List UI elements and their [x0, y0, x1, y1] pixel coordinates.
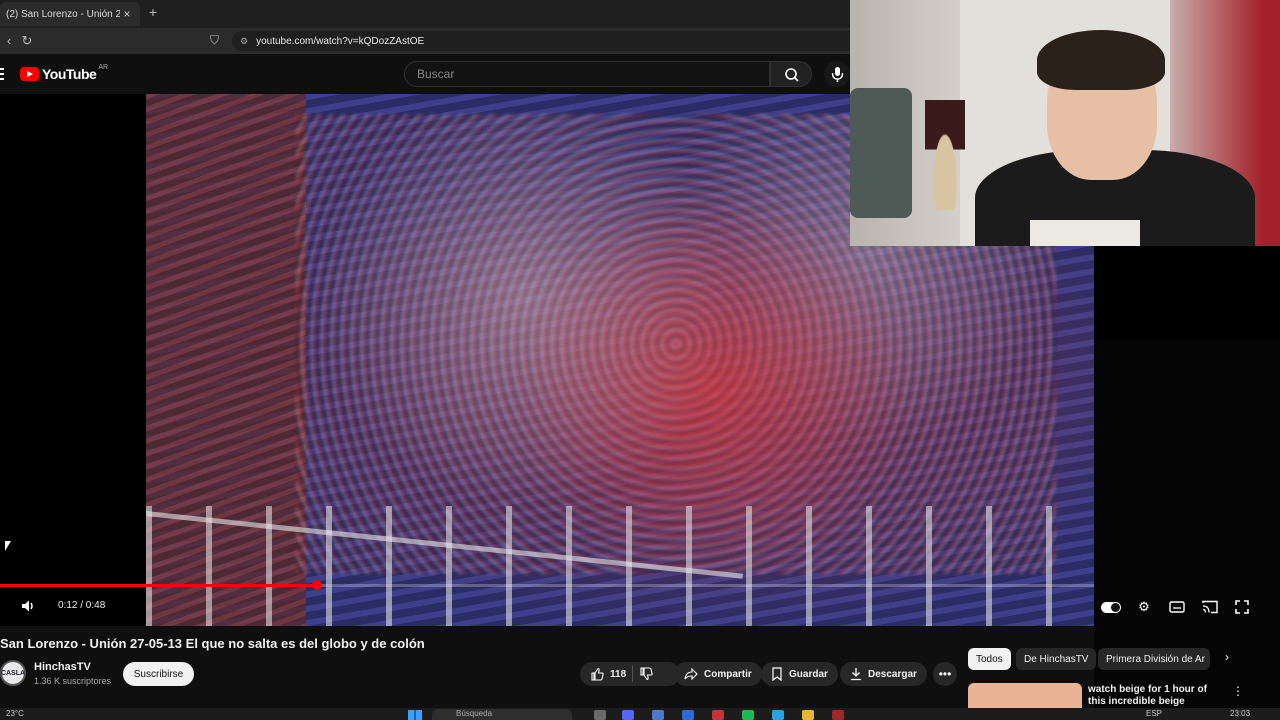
download-button[interactable]: Descargar — [840, 662, 927, 686]
time-display: 0:12 / 0:48 — [58, 600, 106, 611]
save-button[interactable]: Guardar — [761, 662, 838, 686]
browser-tab[interactable]: (2) San Lorenzo - Unión 27-0 × — [0, 2, 140, 26]
youtube-logo-text: YouTube — [42, 66, 97, 82]
subscribe-button[interactable]: Suscribirse — [123, 662, 194, 686]
taskbar-clock[interactable]: 23:03 — [1230, 709, 1250, 718]
mouse-cursor-icon — [5, 541, 11, 551]
channel-name[interactable]: HinchasTV — [34, 661, 91, 673]
search-icon — [785, 68, 799, 82]
download-icon — [851, 668, 861, 681]
browser-tabstrip: (2) San Lorenzo - Unión 27-0 × + — [0, 0, 850, 28]
spotify-icon[interactable] — [742, 710, 754, 720]
save-bookmark-icon — [772, 667, 782, 681]
webcam-guitar — [925, 100, 965, 210]
app-icon[interactable] — [832, 710, 844, 720]
video-title: San Lorenzo - Unión 27-05-13 El que no s… — [0, 636, 425, 651]
chevron-right-icon[interactable]: › — [1218, 650, 1236, 668]
search-button[interactable] — [770, 61, 812, 87]
mic-icon — [831, 67, 844, 82]
cast-icon[interactable] — [1200, 597, 1220, 617]
voice-search-button[interactable] — [824, 61, 850, 87]
fullscreen-icon[interactable] — [1232, 597, 1252, 617]
channel-subscribers: 1.36 K suscriptores — [34, 676, 112, 686]
file-explorer-icon[interactable] — [802, 710, 814, 720]
recommendation-title[interactable]: watch beige for 1 hour of this incredibl… — [1088, 684, 1218, 708]
recommendation-thumbnail[interactable] — [968, 683, 1082, 709]
youtube-header: YouTube AR Buscar — [0, 54, 850, 94]
progress-fill — [0, 584, 318, 587]
tab-close-icon[interactable]: × — [120, 7, 134, 21]
youtube-logo[interactable]: YouTube AR — [20, 63, 109, 82]
weather-widget[interactable]: 23°C — [6, 709, 24, 718]
search-input[interactable]: Buscar — [404, 61, 770, 87]
share-button[interactable]: Compartir — [674, 662, 762, 686]
autoplay-toggle[interactable] — [1101, 597, 1121, 617]
windows-start-icon[interactable] — [408, 710, 422, 720]
browser-toolbar: ‹ ↻ ⛉ ⚙ youtube.com/watch?v=kQDozZAstOE — [0, 28, 850, 54]
chip-de-hinchastv[interactable]: De HinchasTV — [1016, 648, 1097, 670]
chip-todos[interactable]: Todos — [968, 648, 1011, 670]
thumbs-up-icon — [591, 667, 604, 681]
save-label: Guardar — [789, 668, 828, 680]
like-dislike-group: 118 — [580, 662, 680, 686]
reload-icon[interactable]: ↻ — [18, 32, 36, 50]
progress-bar[interactable] — [0, 580, 1094, 590]
tab-title: (2) San Lorenzo - Unión 27-0 — [6, 8, 120, 20]
url-text: youtube.com/watch?v=kQDozZAstOE — [256, 35, 425, 47]
like-button[interactable]: 118 — [590, 667, 626, 681]
hamburger-menu-icon[interactable] — [0, 68, 4, 80]
share-icon — [684, 668, 698, 680]
browser-icon[interactable] — [712, 710, 724, 720]
recommendation-menu-icon[interactable]: ⋮ — [1232, 684, 1244, 698]
app-icon[interactable] — [772, 710, 784, 720]
region-code: AR — [98, 63, 109, 71]
bookmark-icon[interactable]: ⛉ — [210, 33, 224, 49]
stadium-railing — [146, 506, 1094, 626]
taskbar-search[interactable]: Búsqueda — [432, 709, 572, 720]
app-icon[interactable] — [682, 710, 694, 720]
address-bar[interactable]: ⚙ youtube.com/watch?v=kQDozZAstOE — [232, 31, 850, 51]
share-label: Compartir — [704, 668, 752, 680]
app-icon[interactable] — [652, 710, 664, 720]
discord-icon[interactable] — [622, 710, 634, 720]
like-count: 118 — [610, 668, 627, 680]
more-actions-button[interactable]: ••• — [933, 662, 957, 686]
webcam-overlay — [850, 0, 1280, 246]
channel-avatar[interactable]: CASLA — [0, 660, 26, 686]
site-info-icon[interactable]: ⚙ — [240, 36, 248, 47]
new-tab-button[interactable]: + — [146, 4, 160, 22]
chip-primera-division[interactable]: Primera División de Ar — [1098, 648, 1210, 670]
volume-icon[interactable] — [18, 596, 38, 616]
subtitles-icon[interactable] — [1167, 597, 1187, 617]
taskview-icon[interactable] — [594, 710, 606, 720]
windows-taskbar: 23°C Búsqueda ESP 23:03 — [0, 708, 1280, 720]
youtube-play-icon — [20, 67, 39, 81]
webcam-chair — [850, 88, 912, 218]
settings-gear-icon[interactable]: ⚙ — [1134, 597, 1154, 617]
webcam-person — [975, 30, 1255, 246]
download-label: Descargar — [868, 668, 917, 680]
language-indicator[interactable]: ESP — [1146, 709, 1162, 718]
forward-icon[interactable]: ‹ — [0, 32, 18, 50]
thumbs-down-icon[interactable] — [639, 667, 653, 681]
